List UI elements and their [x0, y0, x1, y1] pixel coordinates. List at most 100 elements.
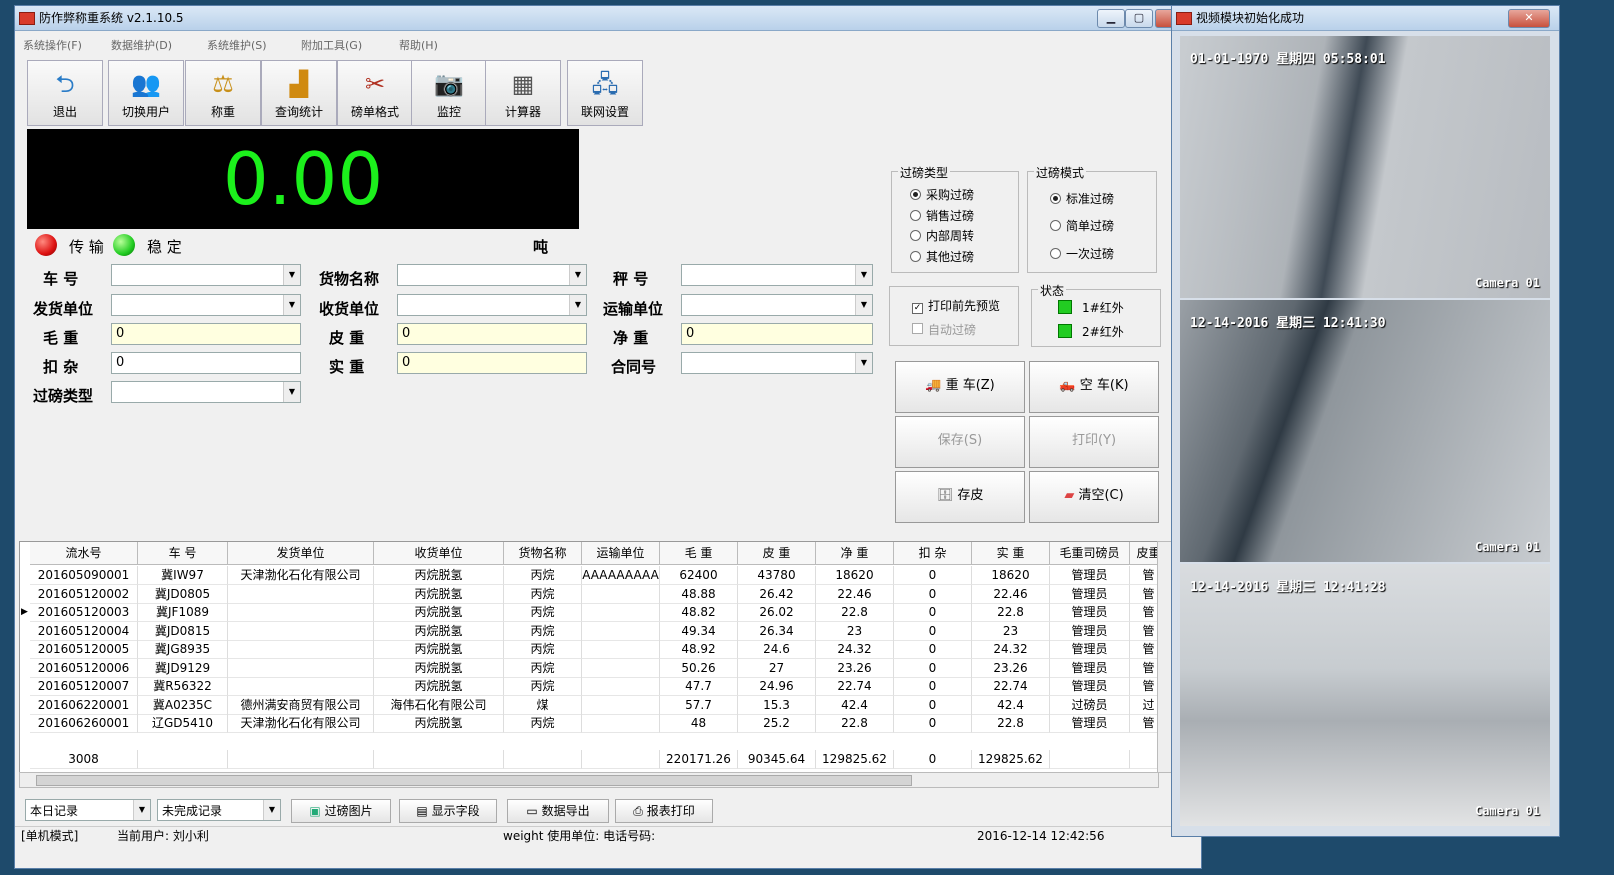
radio-once-label: 一次过磅	[1066, 247, 1115, 261]
table-totals-row[interactable]: 3008 220171.26 90345.64 129825.62 0 129825.62	[20, 750, 1168, 769]
table-row[interactable]: 201605120004 冀JD0815 丙烷脱氢 丙烷 49.34 26.34 23 0 23…	[20, 621, 1168, 641]
auto-weigh-checkbox[interactable]: 自动过磅	[912, 321, 976, 338]
camera-view-1[interactable]: 01-01-1970 星期四 05:58:01 Camera 01	[1180, 36, 1550, 298]
weigh-button[interactable]: ⚖ 称重	[185, 60, 261, 126]
table-cell: 净 重	[816, 542, 894, 565]
video-close-button[interactable]: ✕	[1508, 9, 1550, 28]
ticket-format-label: 磅单格式	[350, 105, 399, 119]
table-cell: 管理员	[1050, 603, 1130, 622]
menu-system-maintenance[interactable]: 系统维护(S)	[207, 36, 267, 56]
heavy-truck-button[interactable]: 🚚 重 车(Z)	[895, 361, 1025, 413]
menu-data-maintenance[interactable]: 数据维护(D)	[111, 36, 172, 56]
table-cell: 23	[972, 621, 1050, 641]
net-field[interactable]: 0	[681, 323, 873, 345]
save-label: 保存(S)	[937, 433, 983, 448]
chevron-down-icon: ▼	[133, 800, 150, 820]
table-cell	[582, 750, 660, 769]
export-button[interactable]: ▭ 数据导出	[507, 799, 609, 823]
store-tare-button[interactable]: 🗄 存皮	[895, 471, 1025, 523]
ticket-format-button[interactable]: ✂ 磅单格式	[337, 60, 413, 126]
table-row[interactable]: 201606220001 冀A0235C 德州满安商贸有限公司 海伟石化有限公司煤 57…	[20, 695, 1168, 715]
menu-help[interactable]: 帮助(H)	[399, 36, 438, 56]
radio-standard[interactable]: 标准过磅	[1050, 190, 1114, 207]
print-preview-label: 打印前先预览	[928, 299, 1001, 313]
table-cell	[582, 714, 660, 733]
radio-once[interactable]: 一次过磅	[1050, 245, 1114, 262]
table-cell: 丙烷脱氢	[374, 677, 504, 696]
carrier-label: 运输单位	[603, 300, 664, 318]
radio-other[interactable]: 其他过磅	[910, 248, 974, 265]
maximize-button[interactable]: ▢	[1125, 9, 1153, 28]
table-cell: 201605120003	[30, 603, 138, 622]
table-cell: 26.02	[738, 603, 816, 622]
table-cell	[582, 695, 660, 715]
contract-combo[interactable]: ▼	[681, 352, 873, 374]
auto-weigh-label: 自动过磅	[928, 323, 977, 337]
switch-user-button[interactable]: 👥 切换用户	[108, 60, 184, 126]
day-filter-value: 本日记录	[30, 804, 79, 818]
receiver-label: 收货单位	[319, 300, 380, 318]
radio-dot-icon	[910, 189, 921, 200]
print-preview-checkbox[interactable]: ✓ 打印前先预览	[912, 297, 1000, 314]
clear-button[interactable]: ▰ 清空(C)	[1029, 471, 1159, 523]
scale-no-combo[interactable]: ▼	[681, 264, 873, 286]
table-cell: 15.3	[738, 695, 816, 715]
day-filter-combo[interactable]: 本日记录 ▼	[25, 799, 151, 821]
table-row[interactable]: 201605120006 冀JD9129 丙烷脱氢 丙烷 50.26 27 23.26 0 23…	[20, 658, 1168, 678]
carrier-combo[interactable]: ▼	[681, 294, 873, 316]
menu-tools[interactable]: 附加工具(G)	[301, 36, 362, 56]
tare-field[interactable]: 0	[397, 323, 587, 345]
table-horizontal-scrollbar[interactable]	[19, 772, 1159, 788]
radio-internal[interactable]: 内部周转	[910, 227, 974, 244]
query-stats-button[interactable]: ▟ 查询统计	[261, 60, 337, 126]
shipper-label: 发货单位	[33, 300, 94, 318]
deduct-field[interactable]: 0	[111, 352, 301, 374]
calculator-button[interactable]: ▦ 计算器	[485, 60, 561, 126]
table-row[interactable]: 201605120005 冀JG8935 丙烷脱氢 丙烷 48.92 24.6 24.32 0…	[20, 640, 1168, 659]
report-print-button[interactable]: ⎙ 报表打印	[615, 799, 713, 823]
plate-combo[interactable]: ▼	[111, 264, 301, 286]
empty-truck-button[interactable]: 🛻 空 车(K)	[1029, 361, 1159, 413]
radio-purchase[interactable]: 采购过磅	[910, 186, 974, 203]
goods-combo[interactable]: ▼	[397, 264, 587, 286]
table-row[interactable]: 201605120007 冀R56322 丙烷脱氢 丙烷 47.7 24.96 22.74 0…	[20, 677, 1168, 696]
save-button[interactable]: 保存(S)	[895, 416, 1025, 468]
table-cell	[582, 658, 660, 678]
network-settings-button[interactable]: 🖧 联网设置	[567, 60, 643, 126]
table-row[interactable]: 201605120003 冀JF1089 丙烷脱氢 丙烷 48.82 26.02 22.8 0…	[20, 603, 1168, 622]
actual-field[interactable]: 0	[397, 352, 587, 374]
print-button[interactable]: 打印(Y)	[1029, 416, 1159, 468]
table-cell	[1050, 750, 1130, 769]
shipper-combo[interactable]: ▼	[111, 294, 301, 316]
weigh-type-combo[interactable]: ▼	[111, 381, 301, 403]
camera-view-2[interactable]: 12-14-2016 星期三 12:41:30 Camera 01	[1180, 300, 1550, 562]
chevron-down-icon: ▼	[263, 800, 280, 820]
table-cell: 丙烷	[504, 714, 582, 733]
show-fields-button[interactable]: ▤ 显示字段	[399, 799, 497, 823]
table-header[interactable]: 流水号车 号发货单位 收货单位 货物名称 运输单位毛 重皮 重净 重扣 杂实 重毛重司…	[20, 542, 1168, 565]
table-row[interactable]: 201606260001 辽GD5410 天津渤化石化有限公司 丙烷脱氢 丙烷 48 25.…	[20, 714, 1168, 733]
exit-button[interactable]: ⮌ 退出	[27, 60, 103, 126]
table-cell: 42.4	[816, 695, 894, 715]
table-row[interactable]: 201605090001 冀IW97 天津渤化石化有限公司 丙烷脱氢 丙烷 AAAAAAA…	[20, 566, 1168, 585]
weigh-type-group: 过磅类型 采购过磅 销售过磅 内部周转 其他过磅	[891, 164, 1019, 273]
camera-view-3[interactable]: 12-14-2016 星期三 12:41:28 Camera 01	[1180, 564, 1550, 826]
table-cell: 过磅员	[1050, 695, 1130, 715]
table-cell: 0	[894, 658, 972, 678]
datetime-status: 2016-12-14 12:42:56	[977, 829, 1105, 843]
scrollbar-thumb[interactable]	[36, 775, 912, 786]
minimize-button[interactable]: ▁	[1097, 9, 1125, 28]
menu-system-ops[interactable]: 系统操作(F)	[23, 36, 82, 56]
gross-field[interactable]: 0	[111, 323, 301, 345]
radio-sales[interactable]: 销售过磅	[910, 207, 974, 224]
table-cell: 丙烷	[504, 566, 582, 585]
monitor-button[interactable]: 📷 监控	[411, 60, 487, 126]
stable-label: 稳 定	[147, 238, 182, 256]
weigh-images-button[interactable]: ▣ 过磅图片	[291, 799, 391, 823]
radio-simple[interactable]: 简单过磅	[1050, 217, 1114, 234]
status-filter-combo[interactable]: 未完成记录 ▼	[157, 799, 281, 821]
weigh-mode-group: 过磅模式 标准过磅 简单过磅 一次过磅	[1027, 164, 1157, 273]
table-row[interactable]: 201605120002 冀JD0805 丙烷脱氢 丙烷 48.88 26.42 22.46…	[20, 584, 1168, 604]
receiver-combo[interactable]: ▼	[397, 294, 587, 316]
table-cell: 48.82	[660, 603, 738, 622]
